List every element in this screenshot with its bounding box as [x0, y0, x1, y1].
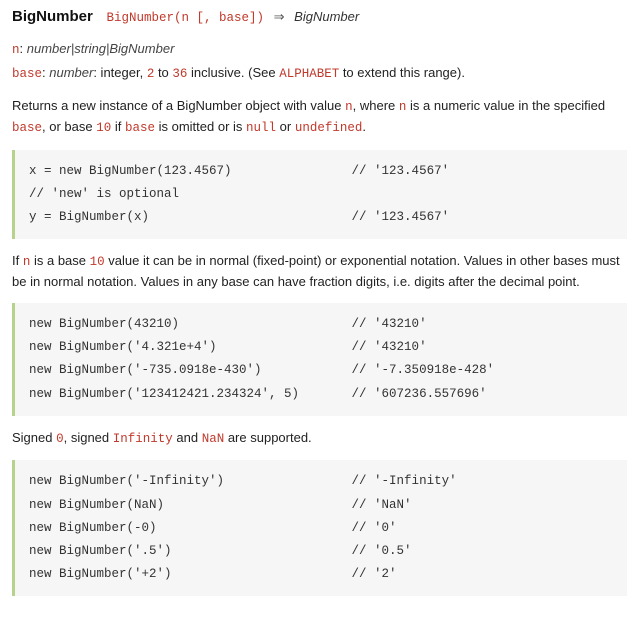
description-1: Returns a new instance of a BigNumber ob…	[12, 96, 627, 138]
arrow-icon: ⇒	[274, 9, 285, 24]
param-n: n: number|string|BigNumber	[12, 39, 627, 60]
method-header: BigNumber BigNumber(n [, base]) ⇒ BigNum…	[12, 6, 627, 29]
alphabet-link[interactable]: ALPHABET	[279, 67, 339, 81]
return-type: BigNumber	[294, 9, 359, 24]
param-base: base: number: integer, 2 to 36 inclusive…	[12, 63, 627, 84]
description-2: If n is a base 10 value it can be in nor…	[12, 251, 627, 291]
description-3: Signed 0, signed Infinity and NaN are su…	[12, 428, 627, 449]
param-n-type: number|string|BigNumber	[27, 41, 175, 56]
code-example-1: x = new BigNumber(123.4567) // '123.4567…	[12, 150, 627, 239]
method-name: BigNumber	[12, 8, 93, 25]
param-base-type: number	[49, 65, 93, 80]
method-signature: BigNumber(n [, base])	[106, 11, 264, 25]
code-example-2: new BigNumber(43210) // '43210' new BigN…	[12, 303, 627, 416]
param-n-name: n	[12, 43, 20, 57]
param-base-name: base	[12, 67, 42, 81]
code-example-3: new BigNumber('-Infinity') // '-Infinity…	[12, 460, 627, 596]
